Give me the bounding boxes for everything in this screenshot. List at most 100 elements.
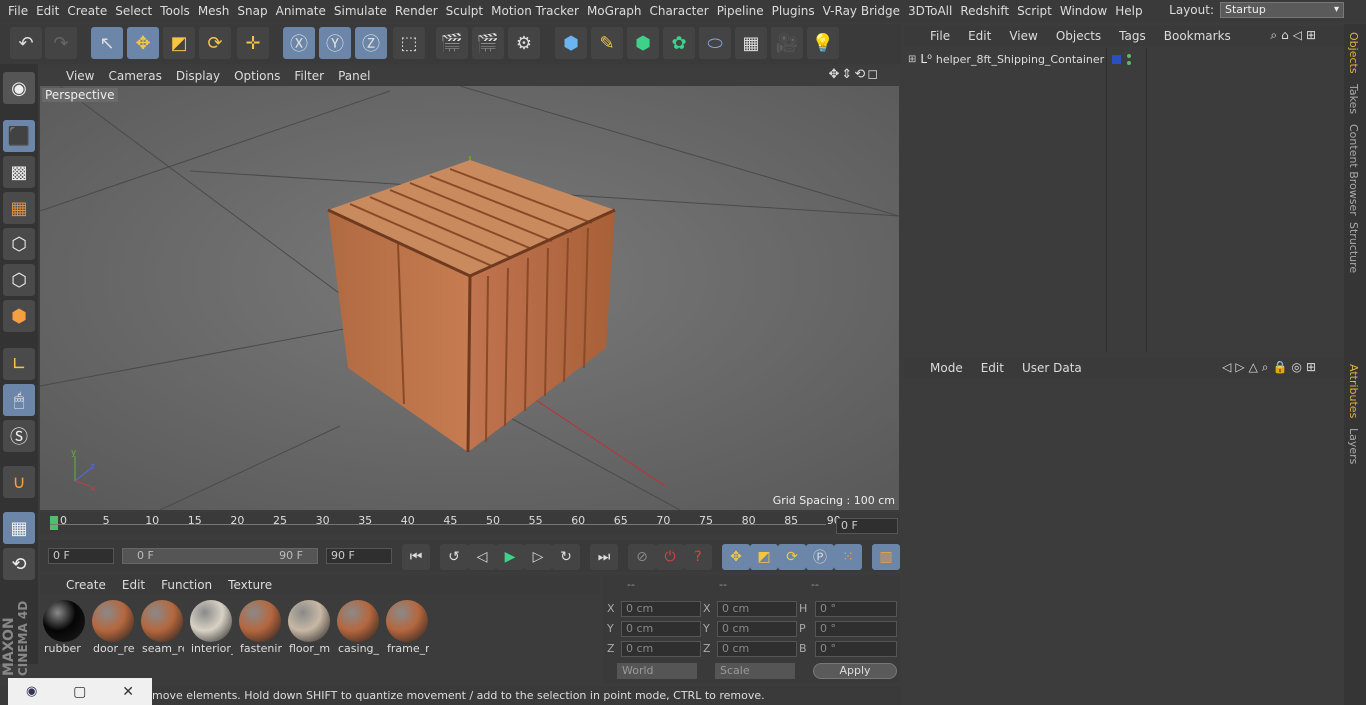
material-swatch[interactable]: rubber	[42, 598, 86, 656]
render-visibility-dot[interactable]	[1127, 61, 1131, 65]
object-menu-edit[interactable]: Edit	[968, 29, 991, 43]
menu-plugins[interactable]: Plugins	[764, 4, 815, 18]
coord-value-field[interactable]: 0 cm	[621, 621, 701, 637]
tab-objects[interactable]: Objects	[1347, 32, 1360, 74]
editor-visibility-dot[interactable]	[1127, 54, 1131, 58]
edges-mode-icon[interactable]: ⬡	[3, 264, 35, 296]
tab-content-browser[interactable]: Content Browser	[1347, 124, 1360, 216]
object-manager-nav-icons[interactable]: ⌕⌂◁⊞	[1270, 28, 1320, 43]
coord-value-field[interactable]: 0 cm	[717, 641, 797, 657]
record-parameter-icon[interactable]: Ⓟ	[806, 544, 834, 570]
attribute-nav-icons[interactable]: ◁▷△⌕🔒◎⊞	[1222, 360, 1320, 375]
attribute-menu-user-data[interactable]: User Data	[1022, 361, 1082, 375]
cloner-icon[interactable]: ✿	[663, 27, 695, 59]
menu-motion-tracker[interactable]: Motion Tracker	[483, 4, 579, 18]
go-to-start-icon[interactable]: ⏮	[402, 544, 430, 570]
polygons-mode-icon[interactable]: ⬢	[3, 300, 35, 332]
workplane-mode-icon[interactable]: ▦	[3, 192, 35, 224]
coord-value-field[interactable]: 0 cm	[717, 601, 797, 617]
menu-render[interactable]: Render	[387, 4, 438, 18]
object-menu-view[interactable]: View	[1009, 29, 1037, 43]
menu-snap[interactable]: Snap	[229, 4, 267, 18]
subdivision-surface-icon[interactable]: ⬢	[627, 27, 659, 59]
viewport-nav-icons[interactable]: ✥⇕⟲◻	[829, 67, 880, 82]
y-axis-lock-icon[interactable]: Ⓨ	[319, 27, 351, 59]
workplane-lock-icon[interactable]: ▦	[3, 512, 35, 544]
transform-tool-icon[interactable]: ✛	[237, 27, 269, 59]
coord-value-field[interactable]: 0 cm	[621, 601, 701, 617]
autokeying-icon[interactable]: ⏻	[656, 544, 684, 570]
menu-character[interactable]: Character	[641, 4, 708, 18]
coord-value-field[interactable]: 0 cm	[621, 641, 701, 657]
record-position-icon[interactable]: ✥	[722, 544, 750, 570]
viewport-menu-display[interactable]: Display	[176, 69, 220, 83]
floor-icon[interactable]: ▦	[735, 27, 767, 59]
attribute-menu-mode[interactable]: Mode	[930, 361, 963, 375]
menu-redshift[interactable]: Redshift	[952, 4, 1009, 18]
next-frame-icon[interactable]: ▷	[524, 544, 552, 570]
menu-sculpt[interactable]: Sculpt	[438, 4, 483, 18]
timeline-ruler[interactable]: 0 5 10 15 20 25 30 35 40 45 50 55 60 65 70 75 80 85 90 0 F	[40, 512, 900, 534]
record-rotation-icon[interactable]: ⟳	[778, 544, 806, 570]
menu-mesh[interactable]: Mesh	[190, 4, 230, 18]
material-swatch[interactable]: floor_m	[287, 598, 331, 656]
close-icon[interactable]: ✕	[122, 684, 134, 700]
menu-pipeline[interactable]: Pipeline	[709, 4, 764, 18]
move-tool-icon[interactable]: ✥	[127, 27, 159, 59]
object-menu-bookmarks[interactable]: Bookmarks	[1164, 29, 1231, 43]
rotate-tool-icon[interactable]: ⟳	[199, 27, 231, 59]
timeline-window-icon[interactable]: ▥	[872, 544, 900, 570]
end-frame-field[interactable]: 90 F	[326, 548, 392, 564]
play-forward-icon[interactable]: ▶	[496, 544, 524, 570]
record-scale-icon[interactable]: ◩	[750, 544, 778, 570]
next-key-icon[interactable]: ↻	[552, 544, 580, 570]
menu-script[interactable]: Script	[1009, 4, 1052, 18]
menu-simulate[interactable]: Simulate	[326, 4, 387, 18]
material-swatch[interactable]: seam_re	[140, 598, 184, 656]
tab-structure[interactable]: Structure	[1347, 222, 1360, 273]
viewport-menu-view[interactable]: View	[66, 69, 94, 83]
coordinate-system-icon[interactable]: ⬚	[393, 27, 425, 59]
points-mode-icon[interactable]: ⬡	[3, 228, 35, 260]
model-mode-icon[interactable]: ⬛	[3, 120, 35, 152]
viewport-menu-panel[interactable]: Panel	[338, 69, 370, 83]
go-to-end-icon[interactable]: ⏭	[590, 544, 618, 570]
start-frame-field[interactable]: 0 F	[48, 548, 114, 564]
redo-icon[interactable]: ↷	[45, 27, 77, 59]
layout-dropdown[interactable]: Startup	[1220, 2, 1344, 18]
menu-vray-bridge[interactable]: V-Ray Bridge	[815, 4, 900, 18]
pen-spline-icon[interactable]: ✎	[591, 27, 623, 59]
render-picture-viewer-icon[interactable]: 🎬	[472, 27, 504, 59]
material-menu-function[interactable]: Function	[161, 578, 212, 592]
scale-dropdown[interactable]: Scale	[715, 663, 795, 679]
camera-icon[interactable]: 🎥	[771, 27, 803, 59]
render-settings-icon[interactable]: ⚙	[508, 27, 540, 59]
menu-create[interactable]: Create	[59, 4, 107, 18]
viewport-menu-cameras[interactable]: Cameras	[108, 69, 161, 83]
minimize-icon[interactable]: ▢	[73, 684, 86, 700]
light-icon[interactable]: 💡	[807, 27, 839, 59]
menu-mograph[interactable]: MoGraph	[579, 4, 642, 18]
object-row[interactable]: ⊞ L⁰ helper_8ft_Shipping_Container	[908, 52, 1104, 66]
axis-mode-icon[interactable]: ∟	[3, 348, 35, 380]
tab-takes[interactable]: Takes	[1347, 84, 1360, 114]
layer-color-swatch[interactable]	[1112, 55, 1121, 64]
x-axis-lock-icon[interactable]: Ⓧ	[283, 27, 315, 59]
menu-window[interactable]: Window	[1052, 4, 1107, 18]
attribute-menu-edit[interactable]: Edit	[981, 361, 1004, 375]
material-menu-texture[interactable]: Texture	[228, 578, 272, 592]
menu-3dtoall[interactable]: 3DToAll	[900, 4, 952, 18]
locked-workplane-icon[interactable]: ⟲	[3, 548, 35, 580]
material-menu-edit[interactable]: Edit	[122, 578, 145, 592]
material-swatch[interactable]: casing_r	[336, 598, 380, 656]
menu-select[interactable]: Select	[107, 4, 152, 18]
apply-button[interactable]: Apply	[813, 663, 897, 679]
object-name[interactable]: helper_8ft_Shipping_Container	[936, 53, 1104, 66]
object-menu-tags[interactable]: Tags	[1119, 29, 1146, 43]
expand-icon[interactable]: ⊞	[908, 54, 916, 65]
coord-value-field[interactable]: 0 °	[815, 621, 897, 637]
material-swatch[interactable]: interior_	[189, 598, 233, 656]
record-pla-icon[interactable]: ⁙	[834, 544, 862, 570]
current-frame-field[interactable]: 0 F	[836, 518, 898, 534]
record-keys-icon[interactable]: ⊘	[628, 544, 656, 570]
